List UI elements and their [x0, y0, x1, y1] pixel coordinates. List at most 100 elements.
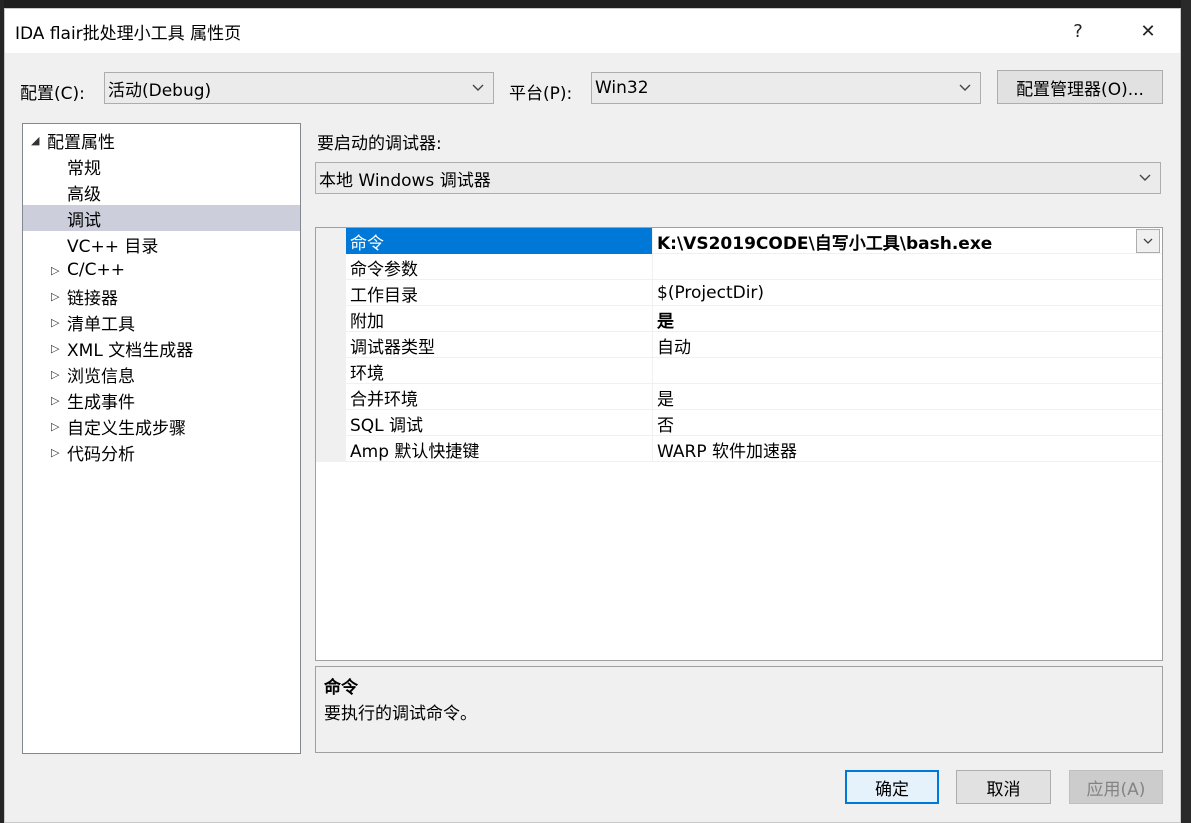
row-gutter: [316, 306, 346, 332]
tree-item[interactable]: 高级: [23, 179, 300, 205]
property-value[interactable]: WARP 软件加速器: [653, 436, 1162, 462]
property-name[interactable]: 调试器类型: [346, 332, 653, 358]
collapsed-triangle-icon[interactable]: ▷: [51, 342, 63, 355]
tree-item-label: 清单工具: [67, 314, 135, 335]
property-value[interactable]: K:\VS2019CODE\自写小工具\bash.exe: [653, 228, 1162, 254]
row-gutter: [316, 332, 346, 358]
property-row[interactable]: 附加是: [316, 306, 1162, 332]
value-dropdown-button[interactable]: [1136, 229, 1160, 253]
property-name[interactable]: 附加: [346, 306, 653, 332]
property-value-text: $(ProjectDir): [657, 283, 765, 303]
tree-item[interactable]: ▷ 链接器: [23, 283, 300, 309]
collapsed-triangle-icon[interactable]: ▷: [51, 264, 63, 277]
description-text: 要执行的调试命令。: [324, 704, 477, 724]
row-gutter: [316, 280, 346, 306]
property-row[interactable]: 调试器类型 自动: [316, 332, 1162, 358]
window-title: IDA flair批处理小工具 属性页: [15, 24, 242, 44]
tree-item[interactable]: VC++ 目录: [23, 231, 300, 257]
apply-button[interactable]: 应用(A): [1069, 770, 1163, 804]
property-tree[interactable]: ◢ 配置属性 常规高级调试 VC++ 目录 ▷ C/C++ ▷ 链接器 ▷ 清单工具 ▷ XML …: [22, 123, 301, 754]
property-row[interactable]: 命令参数: [316, 254, 1162, 280]
property-name[interactable]: 环境: [346, 358, 653, 384]
collapsed-triangle-icon[interactable]: ▷: [51, 316, 63, 329]
tree-item-label: 浏览信息: [67, 366, 135, 387]
chevron-down-icon: [469, 78, 487, 98]
property-value-text: 是: [657, 311, 674, 332]
tree-item-label: 生成事件: [67, 392, 135, 413]
row-gutter: [316, 410, 346, 436]
collapsed-triangle-icon[interactable]: ▷: [51, 394, 63, 407]
close-button[interactable]: ✕: [1125, 15, 1171, 47]
tree-item[interactable]: 调试: [23, 205, 300, 231]
property-name[interactable]: 合并环境: [346, 384, 653, 410]
config-manager-button[interactable]: 配置管理器(O)...: [997, 70, 1163, 104]
property-value[interactable]: $(ProjectDir): [653, 280, 1162, 306]
tree-item[interactable]: ▷ XML 文档生成器: [23, 335, 300, 361]
property-name[interactable]: 工作目录: [346, 280, 653, 306]
tree-root-label: 配置属性: [47, 132, 115, 153]
property-name[interactable]: Amp 默认快捷键: [346, 436, 653, 462]
property-value[interactable]: 自动: [653, 332, 1162, 358]
chevron-down-icon: [956, 78, 974, 98]
debugger-select[interactable]: 本地 Windows 调试器: [315, 162, 1161, 194]
tree-item-label: XML 文档生成器: [67, 340, 194, 361]
property-row[interactable]: 环境: [316, 358, 1162, 384]
property-value-text: K:\VS2019CODE\自写小工具\bash.exe: [657, 233, 993, 254]
config-value: 活动(Debug): [108, 80, 212, 101]
cancel-button[interactable]: 取消: [956, 770, 1051, 804]
property-row[interactable]: 工作目录 $(ProjectDir): [316, 280, 1162, 306]
tree-item-label: 链接器: [67, 288, 118, 309]
tree-item[interactable]: ▷ 浏览信息: [23, 361, 300, 387]
row-gutter: [316, 228, 346, 254]
config-select[interactable]: 活动(Debug): [104, 72, 494, 104]
tree-item-label: 高级: [67, 184, 101, 205]
platform-select[interactable]: Win32: [591, 72, 981, 104]
tree-item-label: 调试: [67, 210, 101, 231]
tree-item[interactable]: ▷ 生成事件: [23, 387, 300, 413]
tree-root-config-properties[interactable]: ◢ 配置属性: [23, 127, 300, 153]
close-icon: ✕: [1140, 20, 1156, 42]
tree-item-label: C/C++: [67, 260, 125, 280]
property-grid: 命令 K:\VS2019CODE\自写小工具\bash.exe 命令参数 工作目录 $(…: [315, 227, 1163, 661]
property-value-text: 否: [657, 415, 674, 436]
chevron-down-icon: [1143, 238, 1153, 244]
description-panel: 命令 要执行的调试命令。: [315, 666, 1163, 753]
property-value[interactable]: 否: [653, 410, 1162, 436]
row-gutter: [316, 254, 346, 280]
tree-item[interactable]: 常规: [23, 153, 300, 179]
tree-item-label: 常规: [67, 158, 101, 179]
collapsed-triangle-icon[interactable]: ▷: [51, 290, 63, 303]
description-title: 命令: [324, 678, 358, 698]
property-value[interactable]: 是: [653, 384, 1162, 410]
expanded-triangle-icon[interactable]: ◢: [31, 134, 43, 147]
property-row[interactable]: SQL 调试否: [316, 410, 1162, 436]
property-name[interactable]: 命令参数: [346, 254, 653, 280]
tree-item-label: 自定义生成步骤: [67, 418, 186, 439]
property-row[interactable]: 命令 K:\VS2019CODE\自写小工具\bash.exe: [316, 228, 1162, 254]
property-row[interactable]: Amp 默认快捷键 WARP 软件加速器: [316, 436, 1162, 462]
tree-item[interactable]: ▷ C/C++: [23, 257, 300, 283]
tree-item-label: VC++ 目录: [67, 236, 159, 257]
property-value-text: WARP 软件加速器: [657, 441, 797, 462]
tree-item[interactable]: ▷ 自定义生成步骤: [23, 413, 300, 439]
property-value-text: 自动: [657, 337, 691, 358]
row-gutter: [316, 436, 346, 462]
property-row[interactable]: 合并环境是: [316, 384, 1162, 410]
property-pages-dialog: IDA flair批处理小工具 属性页 ? ✕ 配置(C): 活动(Debug)…: [4, 8, 1181, 823]
tree-item[interactable]: ▷ 清单工具: [23, 309, 300, 335]
title-bar: IDA flair批处理小工具 属性页 ? ✕: [5, 9, 1180, 53]
property-value[interactable]: [653, 254, 1162, 280]
property-name[interactable]: SQL 调试: [346, 410, 653, 436]
help-button[interactable]: ?: [1055, 15, 1101, 47]
property-value[interactable]: 是: [653, 306, 1162, 332]
ok-button[interactable]: 确定: [845, 770, 939, 804]
collapsed-triangle-icon[interactable]: ▷: [51, 446, 63, 459]
property-name[interactable]: 命令: [346, 228, 653, 254]
row-gutter: [316, 384, 346, 410]
tree-item[interactable]: ▷ 代码分析: [23, 439, 300, 465]
collapsed-triangle-icon[interactable]: ▷: [51, 420, 63, 433]
property-value[interactable]: [653, 358, 1162, 384]
platform-label: 平台(P):: [509, 84, 573, 104]
tree-item-label: 代码分析: [67, 444, 135, 465]
collapsed-triangle-icon[interactable]: ▷: [51, 368, 63, 381]
